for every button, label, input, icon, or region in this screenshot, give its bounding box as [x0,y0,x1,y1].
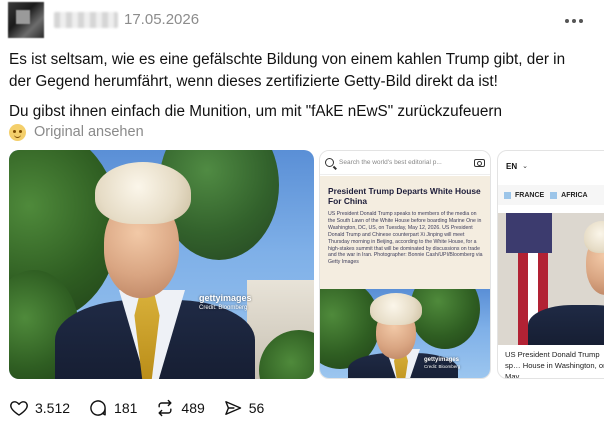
username-redacted[interactable] [54,12,118,28]
avatar[interactable] [8,2,44,38]
search-icon [325,158,334,167]
like-count: 3.512 [35,400,71,416]
media-image-2[interactable]: Search the world's best editorial p... P… [319,150,491,379]
share-icon [224,401,241,415]
trump-photo: gettyimages Credit: Bloomberg [9,150,314,379]
media-carousel: gettyimages Credit: Bloomberg Search the… [9,150,604,379]
getty-credit: Credit: Bloomberg [199,305,248,311]
trump-photo-small: gettyimages Credit: Bloomberg [320,289,490,378]
language-selector: EN ⌄ [498,151,604,181]
comment-icon [90,400,106,416]
post-header: 17.05.2026 [0,0,604,42]
post-actions: 3.512 181 489 56 [9,397,264,419]
trump-photo-flag [498,213,604,345]
getty-watermark: gettyimages [199,293,252,303]
repost-count: 489 [181,400,205,416]
view-original-label: Original ansehen [34,124,144,140]
post-text-secondary: Du gibst ihnen einfach die Munition, um … [9,103,502,120]
tag-item: FRANCE [504,191,544,199]
media-image-1[interactable]: gettyimages Credit: Bloomberg [9,150,314,379]
camera-icon [474,158,485,167]
repost-button[interactable]: 489 [155,398,205,418]
tag-row: FRANCE AFRICA [498,185,604,205]
comment-button[interactable]: 181 [88,398,137,418]
getty-credit-small: Credit: Bloomberg [424,364,461,369]
getty-watermark-small: gettyimages [424,357,460,363]
getty-search-placeholder: Search the world's best editorial p... [339,159,442,166]
heart-icon [10,401,28,416]
repost-icon [158,399,172,417]
share-count: 56 [248,400,265,416]
image-caption: US President Donald Trump sp… House in W… [505,350,604,379]
language-label: EN [506,161,518,171]
share-button[interactable]: 56 [223,398,265,418]
post-text: Es ist seltsam, wie es eine gefälschte B… [9,51,566,90]
getty-search-bar: Search the world's best editorial p... [320,151,490,175]
comment-count: 181 [114,400,138,416]
getty-info-box: President Trump Departs White House For … [320,176,490,289]
more-options-icon[interactable] [562,11,586,31]
chevron-down-icon: ⌄ [522,163,528,170]
getty-title: President Trump Departs White House For … [328,186,481,206]
translate-emoji-icon [9,123,26,141]
post-timestamp[interactable]: 17.05.2026 [124,11,199,28]
media-image-3[interactable]: EN ⌄ FRANCE AFRICA US President Donald T… [497,150,604,379]
tag-item: AFRICA [550,191,588,199]
view-original-button[interactable]: Original ansehen [9,122,144,142]
like-button[interactable]: 3.512 [9,398,70,418]
getty-caption: US President Donald Trump speaks to memb… [328,211,483,266]
